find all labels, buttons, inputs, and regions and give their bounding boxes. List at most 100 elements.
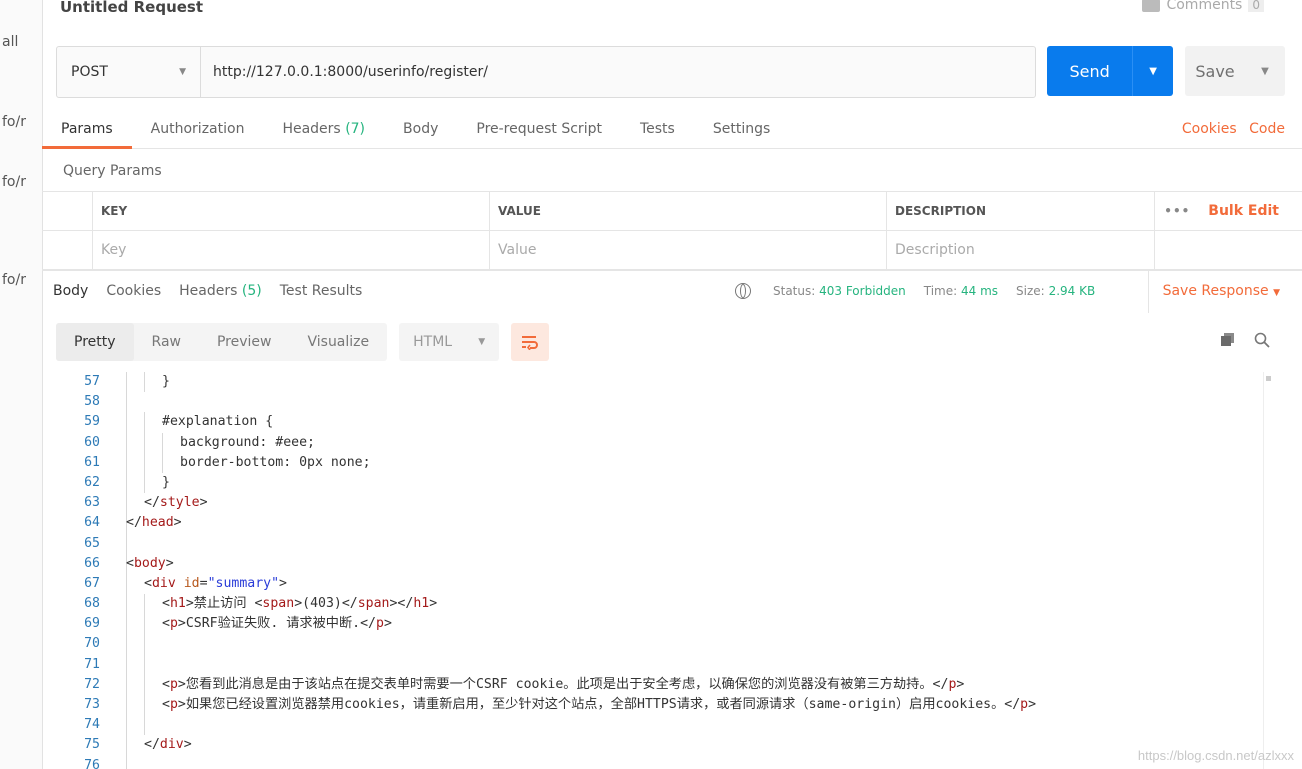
- tab-params[interactable]: Params: [42, 110, 132, 149]
- column-header-description: DESCRIPTION: [887, 192, 1155, 230]
- copy-icon[interactable]: [1221, 333, 1234, 346]
- view-mode-raw[interactable]: Raw: [134, 323, 199, 361]
- send-button[interactable]: Send ▼: [1047, 46, 1173, 96]
- code-line: 64 </head>: [42, 513, 1282, 534]
- sidebar-fragment[interactable]: all: [2, 34, 18, 50]
- method-select[interactable]: POST ▼: [57, 47, 201, 97]
- code-text: <h1>禁止访问 <span>(403)</span></h1>: [162, 596, 438, 612]
- watermark: https://blog.csdn.net/azlxxx: [1137, 748, 1294, 763]
- code-line: 59 #explanation {: [42, 412, 1282, 433]
- more-options-icon[interactable]: •••: [1164, 204, 1190, 218]
- key-placeholder: Key: [101, 242, 127, 258]
- indent-guide: [126, 695, 127, 716]
- key-input[interactable]: Key: [93, 231, 490, 269]
- search-icon[interactable]: [1254, 332, 1270, 348]
- indent-guide: [126, 372, 127, 393]
- indent-guide: [126, 634, 127, 655]
- code-text: <div id="summary">: [144, 575, 287, 591]
- line-number: 69: [84, 616, 100, 632]
- line-number: 74: [84, 717, 100, 733]
- cookies-link[interactable]: Cookies: [1182, 121, 1237, 137]
- indent-guide: [162, 452, 163, 473]
- line-number: 64: [84, 515, 100, 531]
- table-header-row: KEY VALUE DESCRIPTION ••• Bulk Edit: [42, 192, 1302, 231]
- line-number: 70: [84, 636, 100, 652]
- chevron-down-icon[interactable]: ▼: [1245, 66, 1285, 77]
- code-line: 69 <p>CSRF验证失败. 请求被中断.</p>: [42, 614, 1282, 635]
- sidebar-fragment[interactable]: fo/r: [2, 114, 26, 130]
- indent-guide: [144, 432, 145, 453]
- globe-icon[interactable]: [735, 283, 751, 299]
- description-placeholder: Description: [895, 242, 975, 258]
- editor-scrollbar[interactable]: [1263, 372, 1282, 769]
- tab-prerequest-script[interactable]: Pre-request Script: [457, 110, 621, 148]
- code-line: 61 border-bottom: 0px none;: [42, 452, 1282, 473]
- wrap-lines-button[interactable]: [511, 323, 550, 361]
- code-lines: 57} 58 59 #explanation {60 background: #eee;…: [42, 372, 1282, 769]
- query-params-table: KEY VALUE DESCRIPTION ••• Bulk Edit Key …: [42, 191, 1302, 270]
- line-number: 71: [84, 656, 100, 672]
- tab-body[interactable]: Body: [384, 110, 457, 148]
- view-mode-pretty[interactable]: Pretty: [56, 323, 134, 361]
- tab-headers[interactable]: Headers (7): [263, 110, 384, 148]
- indent-guide: [144, 715, 145, 736]
- indent-guide: [126, 432, 127, 453]
- tab-response-cookies[interactable]: Cookies: [97, 283, 170, 299]
- tab-settings[interactable]: Settings: [694, 110, 789, 148]
- code-line: 74: [42, 715, 1282, 736]
- code-text: <body>: [126, 555, 174, 571]
- indent-guide: [126, 755, 127, 769]
- value-input[interactable]: Value: [490, 231, 887, 269]
- response-body-editor[interactable]: 57} 58 59 #explanation {60 background: #eee;…: [42, 372, 1282, 769]
- indent-guide: [144, 654, 145, 675]
- sidebar-fragment[interactable]: fo/r: [2, 174, 26, 190]
- code-line: 65: [42, 533, 1282, 554]
- indent-guide: [144, 594, 145, 615]
- code-link[interactable]: Code: [1249, 121, 1285, 137]
- save-response-button[interactable]: Save Response ▼: [1147, 271, 1280, 313]
- view-mode-preview[interactable]: Preview: [199, 323, 290, 361]
- tab-response-body[interactable]: Body: [42, 283, 97, 299]
- send-label: Send: [1069, 61, 1110, 81]
- code-text: </div>: [144, 737, 192, 753]
- code-text: <p>如果您已经设置浏览器禁用cookies，请重新启用，至少针对这个站点，全部…: [162, 697, 1037, 712]
- time-value: 44 ms: [961, 284, 999, 298]
- url-input[interactable]: [201, 47, 1035, 97]
- line-number: 63: [84, 495, 100, 511]
- collections-sidebar: all fo/r fo/r fo/r: [0, 0, 43, 769]
- wrap-lines-icon: [522, 336, 539, 350]
- line-number: 57: [84, 374, 100, 389]
- line-number: 65: [84, 535, 100, 551]
- tab-response-headers[interactable]: Headers (5): [170, 283, 271, 299]
- code-text: <p>CSRF验证失败. 请求被中断.</p>: [162, 616, 392, 632]
- line-number: 60: [84, 434, 100, 450]
- method-label: POST: [71, 64, 108, 80]
- bulk-edit-link[interactable]: Bulk Edit: [1208, 203, 1279, 219]
- code-line: 76: [42, 755, 1282, 769]
- comments-label: Comments: [1166, 0, 1243, 13]
- code-text: #explanation {: [162, 414, 274, 430]
- tab-tests[interactable]: Tests: [621, 110, 694, 148]
- code-line: 62}: [42, 472, 1282, 494]
- tab-authorization[interactable]: Authorization: [132, 110, 264, 148]
- code-line: 71: [42, 654, 1282, 675]
- value-placeholder: Value: [498, 242, 537, 258]
- code-text: </head>: [126, 515, 182, 531]
- sidebar-fragment[interactable]: fo/r: [2, 272, 26, 288]
- row-handle: [42, 192, 93, 230]
- save-button[interactable]: Save ▼: [1185, 46, 1285, 96]
- format-select[interactable]: HTML ▼: [399, 323, 500, 361]
- chevron-down-icon: ▼: [1273, 288, 1280, 298]
- scrollbar-thumb[interactable]: [1266, 376, 1271, 381]
- request-title[interactable]: Untitled Request: [60, 0, 203, 16]
- indent-guide: [126, 594, 127, 615]
- description-input[interactable]: Description: [887, 231, 1155, 269]
- tab-test-results[interactable]: Test Results: [271, 283, 372, 299]
- indent-guide: [144, 472, 145, 494]
- comments-button[interactable]: Comments 0: [1142, 0, 1264, 13]
- view-mode-visualize[interactable]: Visualize: [289, 323, 387, 361]
- chevron-down-icon[interactable]: ▼: [1132, 46, 1173, 96]
- save-label: Save: [1195, 61, 1235, 81]
- code-line: 75 </div>: [42, 735, 1282, 756]
- comment-icon: [1142, 0, 1161, 12]
